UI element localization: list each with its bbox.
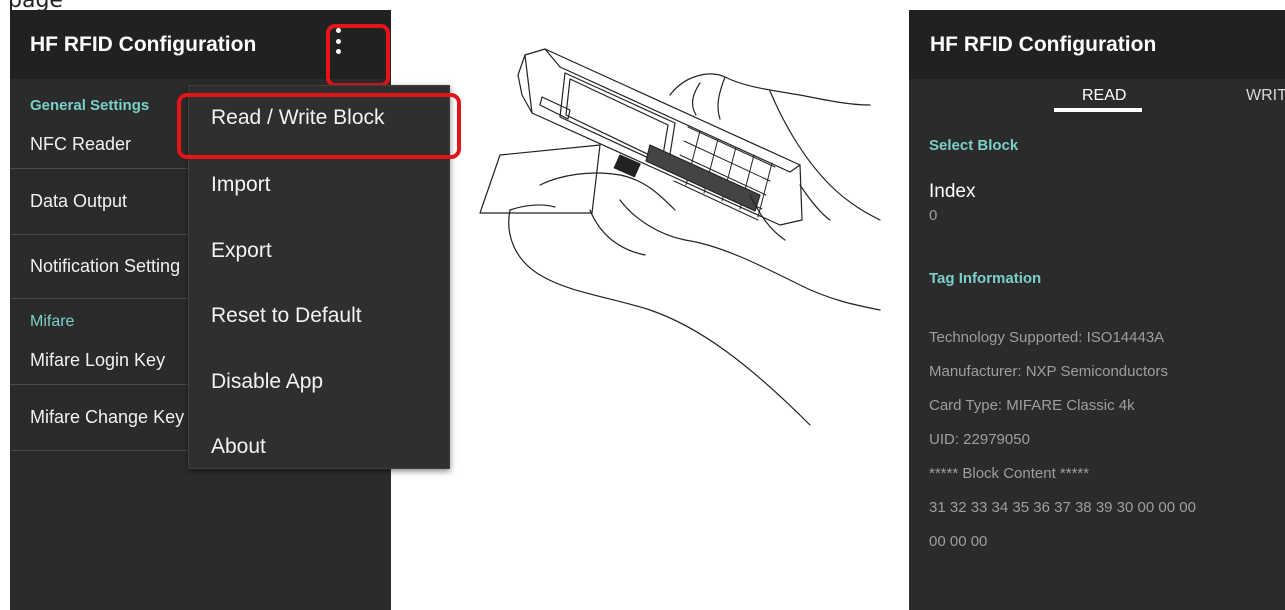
tag-info-line: 31 32 33 34 35 36 37 38 39 30 00 00 00 <box>929 499 1196 516</box>
select-block-header: Select Block <box>929 137 1019 154</box>
empty-area <box>10 451 391 610</box>
index-value: 0 <box>929 207 938 224</box>
highlight-overflow-button <box>326 24 390 87</box>
menu-item-export[interactable]: Export <box>211 239 272 263</box>
menu-item-reset-to-default[interactable]: Reset to Default <box>211 304 362 328</box>
menu-item-import[interactable]: Import <box>211 173 271 197</box>
right-screen: HF RFID Configuration READ WRITE Select … <box>909 10 1285 610</box>
right-app-bar: HF RFID Configuration <box>909 10 1285 79</box>
highlight-read-write-block <box>177 93 461 159</box>
right-app-title: HF RFID Configuration <box>930 32 1157 56</box>
tag-information-header: Tag Information <box>929 270 1042 287</box>
menu-item-about[interactable]: About <box>211 435 266 459</box>
tab-indicator <box>1054 108 1142 112</box>
tab-write[interactable]: WRITE <box>1246 87 1285 105</box>
left-app-title: HF RFID Configuration <box>30 32 257 56</box>
scanner-tapping-card-illustration <box>479 48 881 426</box>
index-label[interactable]: Index <box>929 181 975 203</box>
tag-info-line: Manufacturer: NXP Semiconductors <box>929 363 1168 380</box>
tag-info-line: 00 00 00 <box>929 533 988 550</box>
tab-bar: READ WRITE <box>909 79 1285 121</box>
tag-info-line: ***** Block Content ***** <box>929 465 1090 482</box>
tag-info-line: Technology Supported: ISO14443A <box>929 329 1165 346</box>
tag-information-text: Technology Supported: ISO14443A Manufact… <box>929 312 1269 567</box>
menu-item-disable-app[interactable]: Disable App <box>211 370 323 394</box>
tag-info-line: Card Type: MIFARE Classic 4k <box>929 397 1135 414</box>
tag-info-line: UID: 22979050 <box>929 431 1030 448</box>
tab-read[interactable]: READ <box>1082 87 1126 105</box>
